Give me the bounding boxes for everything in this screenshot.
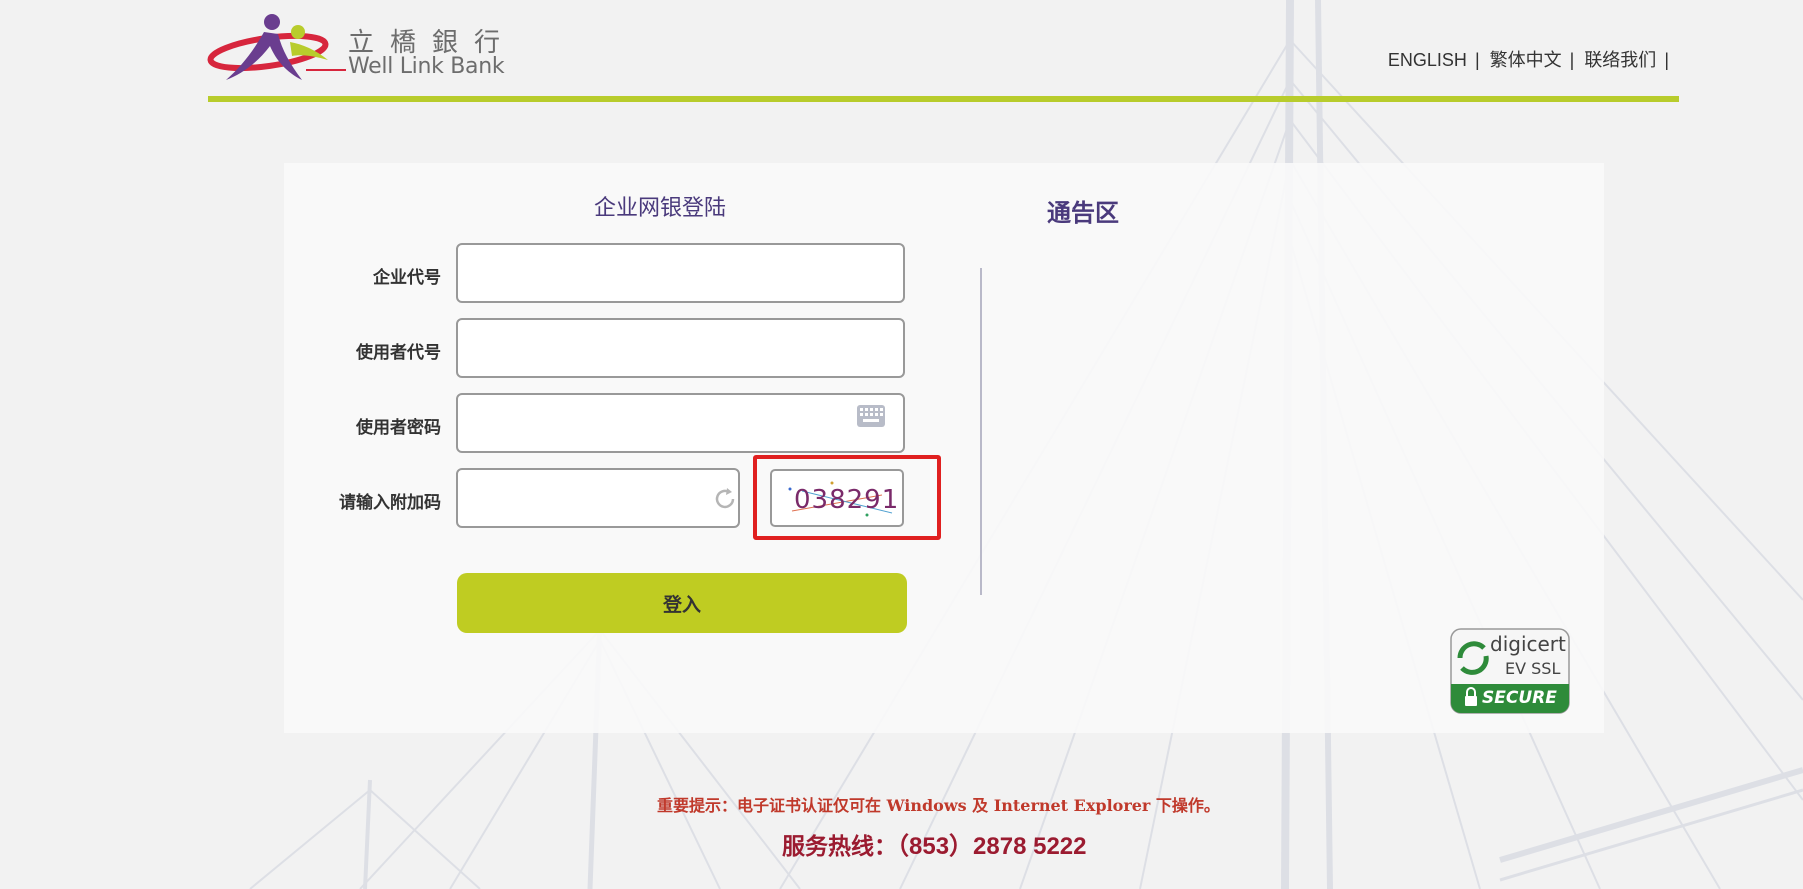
ssl-badge-brand: digicert bbox=[1490, 632, 1566, 656]
hotline-number: （853）2878 5222 bbox=[897, 833, 1087, 860]
company-id-input[interactable] bbox=[456, 243, 905, 303]
notice-area-title: 通告区 bbox=[1047, 200, 1119, 227]
nav-link-contact-us[interactable]: 联络我们 bbox=[1584, 50, 1656, 70]
bank-logo[interactable]: 立橋銀行 Well Link Bank bbox=[206, 10, 506, 90]
user-id-input[interactable] bbox=[456, 318, 905, 378]
panel-divider bbox=[980, 268, 982, 595]
nav-separator: | bbox=[1664, 50, 1669, 70]
captcha-highlight-box bbox=[753, 455, 941, 540]
password-input[interactable] bbox=[456, 393, 905, 453]
password-label: 使用者密码 bbox=[356, 418, 441, 437]
nav-link-english[interactable]: ENGLISH bbox=[1388, 50, 1467, 70]
nav-separator: | bbox=[1569, 50, 1575, 70]
hotline-label: 服务热线： bbox=[782, 833, 897, 860]
keyboard-icon[interactable] bbox=[856, 404, 886, 428]
top-navigation: ENGLISH | 繁体中文 | 联络我们 | bbox=[1388, 46, 1679, 72]
digicert-ssl-badge[interactable]: digicert EV SSL SECURE bbox=[1450, 628, 1570, 714]
refresh-icon[interactable] bbox=[712, 486, 738, 512]
user-id-label: 使用者代号 bbox=[356, 343, 441, 362]
nav-link-traditional-chinese[interactable]: 繁体中文 bbox=[1490, 50, 1562, 70]
captcha-label: 请输入附加码 bbox=[339, 493, 441, 512]
login-title: 企业网银登陆 bbox=[594, 196, 727, 221]
login-button[interactable]: 登入 bbox=[457, 573, 907, 633]
service-hotline: 服务热线：（853）2878 5222 bbox=[782, 826, 1087, 861]
ssl-badge-secure: SECURE bbox=[1482, 688, 1557, 708]
company-id-label: 企业代号 bbox=[373, 268, 441, 287]
header-divider bbox=[208, 96, 1679, 102]
logo-mark-icon bbox=[207, 14, 346, 80]
captcha-input[interactable] bbox=[456, 468, 740, 528]
nav-separator: | bbox=[1474, 50, 1480, 70]
logo-english-name: Well Link Bank bbox=[348, 54, 505, 79]
important-notice: 重要提示：电子证书认证仅可在 Windows 及 Internet Explor… bbox=[657, 796, 1220, 815]
ssl-badge-type: EV SSL bbox=[1505, 659, 1561, 678]
